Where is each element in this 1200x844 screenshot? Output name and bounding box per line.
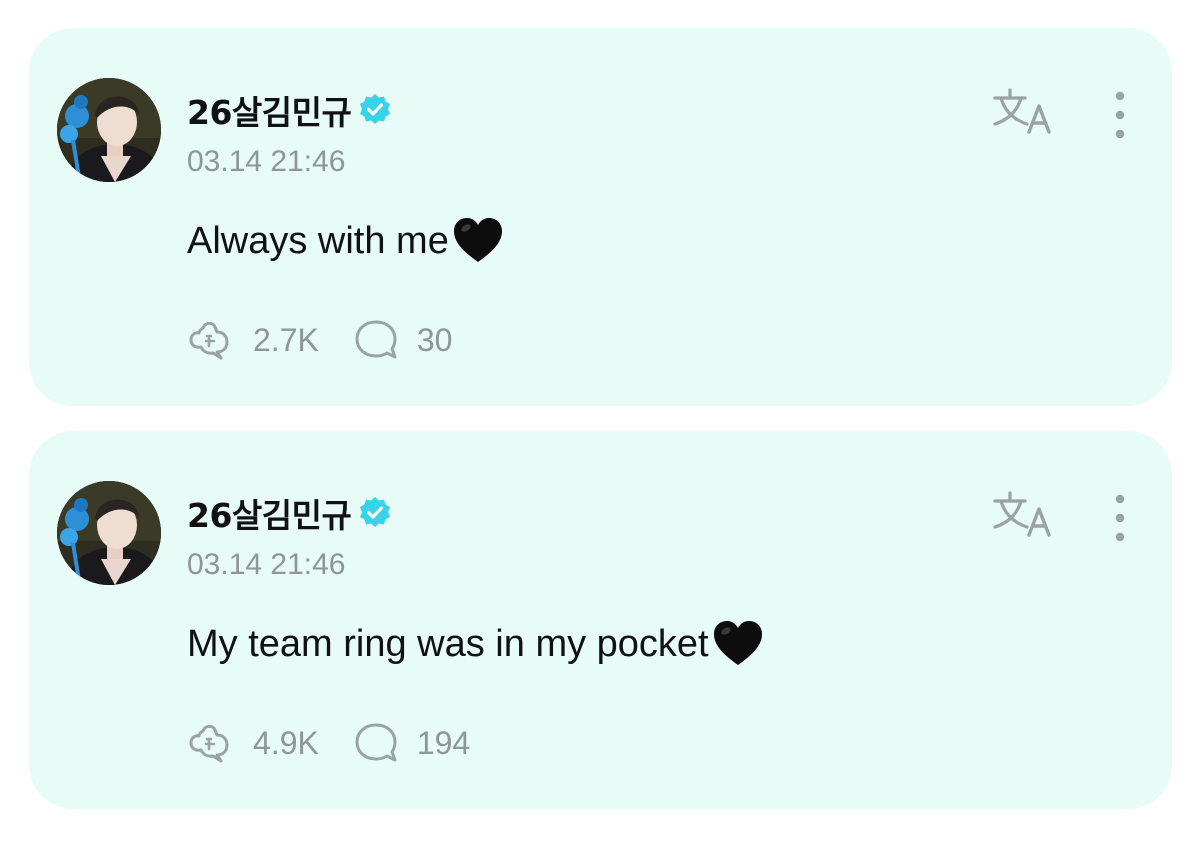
- comment-count: 194: [416, 724, 471, 761]
- comment-icon[interactable]: [351, 721, 401, 765]
- post-text: My team ring was in my pocket: [187, 622, 709, 665]
- post-card[interactable]: 26살김민규 03.14 21:46 My team ring was in m…: [29, 431, 1172, 809]
- comment-stat[interactable]: 30: [351, 318, 453, 362]
- reaction-count: 2.7K: [253, 321, 319, 358]
- author-name[interactable]: 26살김민규: [187, 489, 352, 537]
- post-stats: 4.9K 194: [187, 721, 470, 765]
- post-text: Always with me: [187, 219, 449, 262]
- verified-badge-icon: [360, 94, 391, 124]
- author-name[interactable]: 26살김민규: [187, 86, 352, 134]
- verified-badge-icon: [360, 497, 391, 527]
- black-heart-icon: [453, 218, 502, 262]
- comment-icon[interactable]: [351, 318, 401, 362]
- comment-stat[interactable]: 194: [351, 721, 470, 765]
- post-card[interactable]: 26살김민규 03.14 21:46 Always with me 2.7K 3…: [29, 28, 1172, 406]
- reaction-count: 4.9K: [253, 724, 319, 761]
- avatar[interactable]: [57, 78, 161, 182]
- reaction-icon[interactable]: [187, 721, 237, 765]
- post-text-row: My team ring was in my pocket: [187, 619, 765, 669]
- translate-icon[interactable]: [991, 86, 1055, 138]
- more-options-icon[interactable]: [1105, 90, 1135, 140]
- author-row: 26살김민규: [187, 489, 393, 537]
- black-heart-icon: [713, 621, 762, 665]
- post-timestamp: 03.14 21:46: [187, 548, 346, 581]
- post-stats: 2.7K 30: [187, 318, 452, 362]
- reaction-stat[interactable]: 2.7K: [187, 318, 319, 362]
- avatar[interactable]: [57, 481, 161, 585]
- reaction-icon[interactable]: [187, 318, 237, 362]
- post-feed: 26살김민규 03.14 21:46 Always with me 2.7K 3…: [0, 0, 1200, 844]
- post-timestamp: 03.14 21:46: [187, 145, 346, 178]
- author-row: 26살김민규: [187, 86, 393, 134]
- more-options-icon[interactable]: [1105, 493, 1135, 543]
- comment-count: 30: [416, 321, 453, 358]
- post-text-row: Always with me: [187, 216, 505, 266]
- reaction-stat[interactable]: 4.9K: [187, 721, 319, 765]
- translate-icon[interactable]: [991, 489, 1055, 541]
